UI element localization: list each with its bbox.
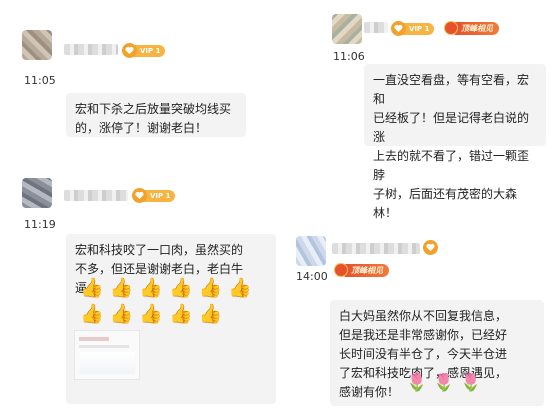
heart-icon bbox=[423, 240, 438, 255]
thumbs-up-icon: 👍 bbox=[228, 277, 253, 299]
message-bubble: 宏和下杀之后放量突破均线买 的，涨停了！谢谢老白！ bbox=[66, 93, 246, 137]
thumbs-up-icon: 👍 bbox=[80, 277, 104, 299]
message-line: 长时间没有半仓了，今天半仓进 bbox=[339, 347, 508, 361]
sender-name-blurred bbox=[364, 22, 388, 33]
message-time: 14:00 bbox=[296, 270, 328, 283]
sender-name-blurred bbox=[64, 190, 128, 201]
message-time: 11:19 bbox=[24, 218, 56, 231]
vip-badge: VIP 1 bbox=[122, 43, 166, 58]
avatar[interactable] bbox=[296, 236, 326, 266]
thumbs-up-icon: 👍 bbox=[80, 303, 104, 325]
avatar[interactable] bbox=[22, 178, 52, 208]
tulip-emoji-row: 🌷 🌷 🌷 bbox=[406, 374, 482, 392]
message-line: 上去的就不看了，错过一颗歪脖 bbox=[373, 149, 530, 182]
star-icon bbox=[334, 263, 348, 277]
message-line: 宏和科技咬了一口肉，虽然买的 bbox=[75, 243, 244, 257]
thumbs-up-icon: 👍 bbox=[169, 303, 193, 325]
heart-icon bbox=[391, 21, 406, 36]
thumbs-up-icon: 👍 bbox=[139, 303, 164, 325]
thumbs-up-icon: 👍 bbox=[169, 277, 193, 299]
thumbs-up-emoji-row: 👍 👍 👍 👍 👍 👍 👍 👍 👍 👍 👍 bbox=[80, 278, 266, 324]
tulip-icon: 🌷 bbox=[460, 373, 482, 393]
star-icon bbox=[444, 21, 458, 35]
message-time: 11:06 bbox=[333, 50, 365, 63]
thumbs-up-icon: 👍 bbox=[198, 277, 223, 299]
honor-badge: 顶峰相见 bbox=[334, 262, 389, 278]
message-line: 宏和下杀之后放量突破均线买 bbox=[75, 102, 232, 116]
thumbs-up-icon: 👍 bbox=[109, 303, 134, 325]
sender-name-blurred bbox=[64, 44, 118, 55]
tulip-icon: 🌷 bbox=[433, 373, 455, 393]
stock-chart-thumbnail[interactable] bbox=[74, 330, 140, 380]
message-line: 的，涨停了！谢谢老白！ bbox=[75, 121, 208, 135]
thumbs-up-icon: 👍 bbox=[109, 277, 134, 299]
vip-badge: VIP 1 bbox=[132, 188, 176, 203]
heart-icon bbox=[132, 188, 147, 203]
thumbs-up-icon: 👍 bbox=[139, 277, 164, 299]
vip-badge: VIP 1 bbox=[391, 21, 435, 36]
message-line: 但是我还是非常感谢你，已经好 bbox=[339, 328, 508, 342]
message-time: 11:05 bbox=[24, 74, 56, 87]
honor-badge-label: 顶峰相见 bbox=[454, 21, 499, 35]
honor-badge-label: 顶峰相见 bbox=[344, 263, 389, 277]
message-line: 白大妈虽然你从不回复我信息， bbox=[339, 309, 508, 323]
honor-badge: 顶峰相见 bbox=[444, 20, 499, 36]
sender-name-blurred bbox=[332, 243, 420, 254]
message-line: 子树，后面还有茂密的大森林！ bbox=[373, 187, 518, 220]
avatar[interactable] bbox=[332, 14, 362, 44]
thumbs-up-icon: 👍 bbox=[198, 303, 223, 325]
vip-badge bbox=[423, 240, 438, 255]
avatar[interactable] bbox=[22, 30, 52, 60]
message-line: 已经板了！但是记得老白说的涨 bbox=[373, 111, 530, 144]
message-line: 一直没空看盘，等有空看，宏和 bbox=[373, 73, 530, 106]
tulip-icon: 🌷 bbox=[406, 373, 428, 393]
heart-icon bbox=[122, 43, 137, 58]
message-bubble: 一直没空看盘，等有空看，宏和 已经板了！但是记得老白说的涨 上去的就不看了，错过… bbox=[364, 64, 546, 220]
